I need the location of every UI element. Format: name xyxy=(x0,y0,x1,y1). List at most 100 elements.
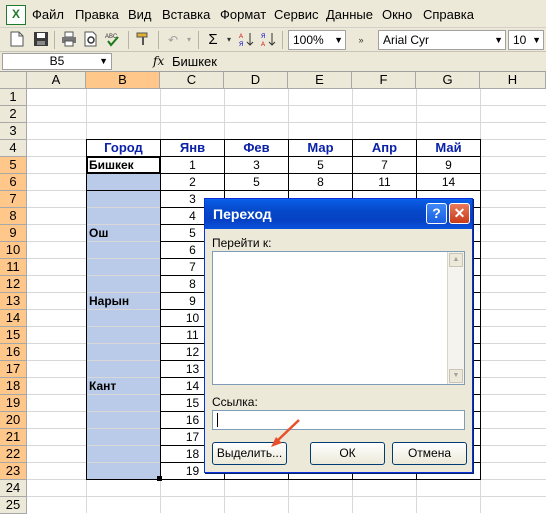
cancel-button[interactable]: Отмена xyxy=(392,442,467,465)
menu-view[interactable]: Вид xyxy=(128,7,152,22)
table-header-mar[interactable]: Мар xyxy=(289,140,352,157)
row-header-19[interactable]: 19 xyxy=(0,395,27,412)
row-header-22[interactable]: 22 xyxy=(0,446,27,463)
column-header-d[interactable]: D xyxy=(224,72,288,89)
row-header-20[interactable]: 20 xyxy=(0,412,27,429)
column-header-c[interactable]: C xyxy=(160,72,224,89)
scroll-down-icon[interactable]: ▼ xyxy=(449,369,463,383)
menu-window[interactable]: Окно xyxy=(382,7,412,22)
table-cell[interactable]: 14 xyxy=(417,174,480,191)
scroll-up-icon[interactable]: ▲ xyxy=(449,253,463,267)
table-header-jan[interactable]: Янв xyxy=(161,140,224,157)
row-header-4[interactable]: 4 xyxy=(0,140,27,157)
column-header-f[interactable]: F xyxy=(352,72,416,89)
row-header-15[interactable]: 15 xyxy=(0,327,27,344)
close-icon[interactable]: ✕ xyxy=(449,203,470,224)
column-header-a[interactable]: A xyxy=(27,72,86,89)
row-header-24[interactable]: 24 xyxy=(0,480,27,497)
column-header-g[interactable]: G xyxy=(416,72,480,89)
annotation-arrow-icon xyxy=(271,419,300,447)
row-header-17[interactable]: 17 xyxy=(0,361,27,378)
undo-dropdown-icon[interactable]: ▾ xyxy=(180,31,198,49)
table-cell[interactable]: 5 xyxy=(289,157,352,174)
font-size-select[interactable]: 10 ▼ xyxy=(508,30,544,50)
table-cell[interactable]: 9 xyxy=(417,157,480,174)
excel-app-icon[interactable]: X xyxy=(6,5,26,25)
table-cell[interactable]: 2 xyxy=(161,174,224,191)
table-cell[interactable]: 11 xyxy=(353,174,416,191)
menu-edit[interactable]: Правка xyxy=(75,7,119,22)
row-header-23[interactable]: 23 xyxy=(0,463,27,480)
table-header-feb[interactable]: Фев xyxy=(225,140,288,157)
table-cell[interactable]: 1 xyxy=(161,157,224,174)
menu-data[interactable]: Данные xyxy=(326,7,373,22)
cell-b5[interactable]: Бишкек xyxy=(87,157,159,174)
row-header-10[interactable]: 10 xyxy=(0,242,27,259)
table-cell[interactable]: 5 xyxy=(225,174,288,191)
formula-input[interactable]: Бишкек xyxy=(172,54,217,69)
name-box[interactable]: B5 ▼ xyxy=(2,53,112,70)
save-icon[interactable] xyxy=(32,31,50,49)
select-all-corner[interactable] xyxy=(0,72,27,89)
row-header-12[interactable]: 12 xyxy=(0,276,27,293)
column-header-b[interactable]: B xyxy=(86,72,160,89)
row-header-9[interactable]: 9 xyxy=(0,225,27,242)
column-header-h[interactable]: H xyxy=(480,72,546,89)
row-header-14[interactable]: 14 xyxy=(0,310,27,327)
autosum-dropdown-icon[interactable]: ▾ xyxy=(220,31,238,49)
row-header-16[interactable]: 16 xyxy=(0,344,27,361)
sort-ascending-icon[interactable]: АЯ xyxy=(238,31,256,49)
chevron-down-icon: ▼ xyxy=(99,56,108,66)
ok-button[interactable]: ОК xyxy=(310,442,385,465)
row-header-13[interactable]: 13 xyxy=(0,293,27,310)
menu-insert[interactable]: Вставка xyxy=(162,7,210,22)
format-painter-icon[interactable] xyxy=(134,31,152,49)
table-cell[interactable]: 8 xyxy=(289,174,352,191)
row-header-25[interactable]: 25 xyxy=(0,497,27,514)
row-header-8[interactable]: 8 xyxy=(0,208,27,225)
row-header-5[interactable]: 5 xyxy=(0,157,27,174)
row-header-2[interactable]: 2 xyxy=(0,106,27,123)
font-name-select[interactable]: Arial Cyr ▼ xyxy=(378,30,506,50)
help-icon[interactable]: ? xyxy=(426,203,447,224)
reference-input[interactable] xyxy=(212,410,465,430)
cell-b13[interactable]: Нарын xyxy=(87,293,159,310)
row-header-6[interactable]: 6 xyxy=(0,174,27,191)
zoom-select[interactable]: 100% ▼ xyxy=(288,30,346,50)
table-header-may[interactable]: Май xyxy=(417,140,480,157)
table-header-city[interactable]: Город xyxy=(87,140,160,157)
row-header-7[interactable]: 7 xyxy=(0,191,27,208)
menu-help[interactable]: Справка xyxy=(423,7,474,22)
row-header-21[interactable]: 21 xyxy=(0,429,27,446)
row-header-3[interactable]: 3 xyxy=(0,123,27,140)
chevron-down-icon: ▼ xyxy=(532,35,541,45)
menu-tools[interactable]: Сервис xyxy=(274,7,319,22)
table-cell[interactable]: 3 xyxy=(225,157,288,174)
menu-file[interactable]: Файл xyxy=(32,7,64,22)
goto-dialog: Переход ? ✕ Перейти к: ▲ ▼ Ссылка: Выдел… xyxy=(204,198,473,473)
vertical-scrollbar[interactable]: ▲ ▼ xyxy=(447,252,464,384)
toolbar-overflow-icon[interactable]: » xyxy=(352,31,370,49)
menu-format[interactable]: Формат xyxy=(220,7,266,22)
gridline xyxy=(27,105,546,106)
dialog-title-bar[interactable]: Переход ? ✕ xyxy=(205,199,472,229)
new-doc-icon[interactable] xyxy=(8,31,26,49)
spellcheck-icon[interactable]: ABC xyxy=(104,31,122,49)
print-icon[interactable] xyxy=(60,31,78,49)
row-header-11[interactable]: 11 xyxy=(0,259,27,276)
column-header-e[interactable]: E xyxy=(288,72,352,89)
sort-descending-icon[interactable]: ЯА xyxy=(260,31,278,49)
print-preview-icon[interactable] xyxy=(82,31,100,49)
cell-b9[interactable]: Ош xyxy=(87,225,159,242)
row-header-18[interactable]: 18 xyxy=(0,378,27,395)
cell-b18[interactable]: Кант xyxy=(87,378,159,395)
goto-listbox[interactable]: ▲ ▼ xyxy=(212,251,465,385)
insert-function-icon[interactable]: fx xyxy=(153,54,164,68)
row-header-1[interactable]: 1 xyxy=(0,89,27,106)
table-header-apr[interactable]: Апр xyxy=(353,140,416,157)
text-caret xyxy=(217,413,218,427)
table-cell[interactable]: 7 xyxy=(353,157,416,174)
toolbar-separator xyxy=(54,31,55,49)
chevron-down-icon: ▼ xyxy=(494,35,503,45)
toolbar-separator xyxy=(128,31,129,49)
